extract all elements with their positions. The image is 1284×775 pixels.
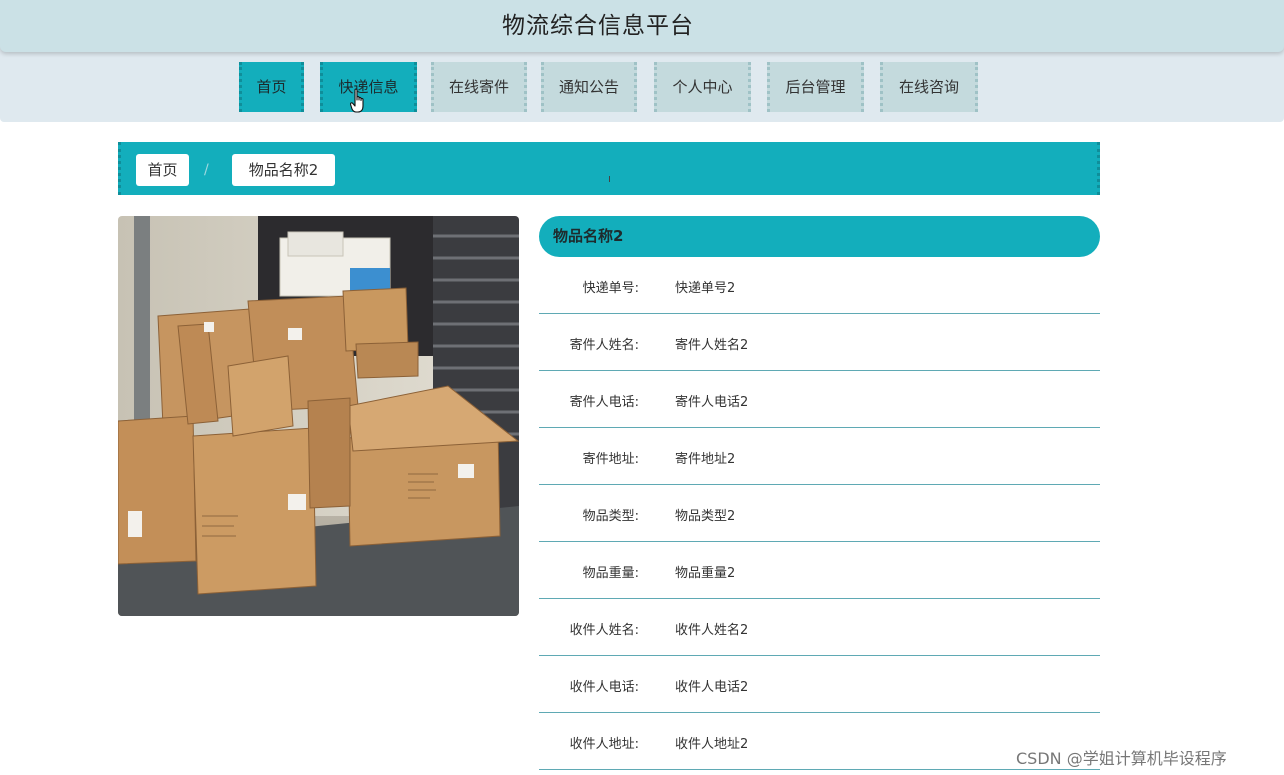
nav-item-notice[interactable]: 通知公告: [541, 62, 637, 112]
field-value: 收件人地址2: [675, 737, 749, 752]
detail-row: 寄件地址: 寄件地址2: [539, 428, 1100, 485]
watermark: CSDN @学姐计算机毕设程序: [1016, 749, 1227, 768]
detail-row: 物品重量: 物品重量2: [539, 542, 1100, 599]
cardboard-boxes-photo: [118, 216, 519, 616]
main-nav: 首页 快递信息 在线寄件 通知公告 个人中心 后台管理 在线咨询: [0, 62, 1284, 112]
field-label: 快递单号:: [582, 281, 639, 296]
nav-item-admin[interactable]: 后台管理: [767, 62, 864, 112]
field-label: 寄件人电话:: [569, 395, 639, 410]
nav-item-home[interactable]: 首页: [239, 62, 304, 112]
field-value: 物品类型2: [675, 509, 736, 524]
breadcrumb: 首页 / 物品名称2: [118, 142, 1100, 195]
breadcrumb-mark: [609, 176, 610, 182]
detail-row: 物品类型: 物品类型2: [539, 485, 1100, 542]
field-label: 物品重量:: [582, 566, 639, 581]
site-title: 物流综合信息平台: [502, 13, 694, 39]
field-value: 物品重量2: [675, 566, 736, 581]
detail-row: 寄件人姓名: 寄件人姓名2: [539, 314, 1100, 371]
field-value: 寄件地址2: [675, 452, 736, 467]
detail-row: 收件人姓名: 收件人姓名2: [539, 599, 1100, 656]
breadcrumb-separator: /: [204, 162, 209, 178]
nav-item-express-info[interactable]: 快递信息: [320, 62, 417, 112]
field-value: 寄件人姓名2: [675, 338, 749, 353]
nav-item-consult[interactable]: 在线咨询: [880, 62, 978, 112]
title-bar: 物流综合信息平台: [0, 0, 1284, 52]
site-header: 物流综合信息平台 首页 快递信息 在线寄件 通知公告 个人中心 后台管理 在线咨…: [0, 0, 1284, 122]
detail-row: 寄件人电话: 寄件人电话2: [539, 371, 1100, 428]
nav-item-online-send[interactable]: 在线寄件: [431, 62, 527, 112]
hand-pointer-icon: [350, 88, 364, 113]
field-value: 快递单号2: [675, 281, 736, 296]
field-label: 寄件人姓名:: [569, 338, 639, 353]
field-label: 寄件地址:: [582, 452, 639, 467]
item-photo: [118, 216, 519, 616]
detail-fields: 快递单号: 快递单号2 寄件人姓名: 寄件人姓名2 寄件人电话: 寄件人电话2 …: [539, 257, 1100, 770]
field-label: 收件人地址:: [569, 737, 639, 752]
detail-row: 快递单号: 快递单号2: [539, 257, 1100, 314]
detail-title: 物品名称2: [539, 216, 1100, 257]
field-value: 收件人电话2: [675, 680, 749, 695]
breadcrumb-current: 物品名称2: [232, 154, 335, 186]
field-value: 收件人姓名2: [675, 623, 749, 638]
field-label: 物品类型:: [582, 509, 639, 524]
detail-row: 收件人电话: 收件人电话2: [539, 656, 1100, 713]
nav-item-personal-center[interactable]: 个人中心: [654, 62, 751, 112]
field-label: 收件人电话:: [569, 680, 639, 695]
breadcrumb-home[interactable]: 首页: [136, 154, 189, 186]
field-value: 寄件人电话2: [675, 395, 749, 410]
field-label: 收件人姓名:: [569, 623, 639, 638]
